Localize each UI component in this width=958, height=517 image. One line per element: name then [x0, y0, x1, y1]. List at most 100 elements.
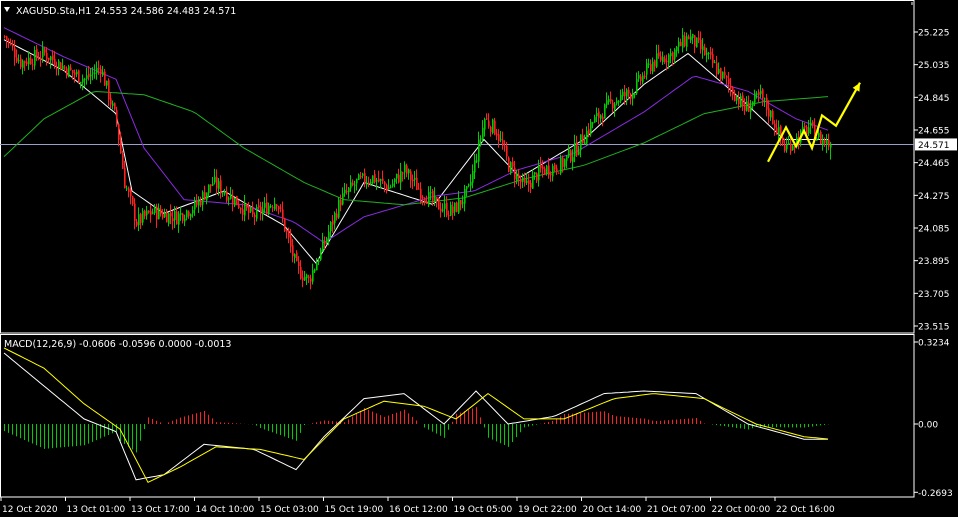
time-axis-label: 16 Oct 12:00 [389, 505, 448, 515]
candle-body [642, 75, 644, 83]
candle [686, 32, 688, 52]
candle [270, 204, 272, 209]
candle [410, 169, 412, 188]
candle [150, 204, 152, 223]
candle-body [280, 207, 282, 209]
candle [376, 177, 378, 190]
candle-body [376, 180, 378, 182]
candle-body [444, 203, 446, 209]
candle [202, 190, 204, 211]
candle-body [492, 119, 494, 134]
candle [244, 194, 246, 222]
candle-body [462, 202, 464, 204]
candle-body [812, 121, 814, 125]
candle [102, 65, 104, 77]
candle-body [136, 221, 138, 226]
candle-body [298, 261, 300, 266]
candle [34, 46, 36, 70]
candle-body [172, 218, 174, 222]
candle [322, 232, 324, 252]
dropdown-triangle-icon[interactable] [4, 7, 10, 12]
candle [264, 197, 266, 213]
candle [472, 164, 474, 189]
candle-body [474, 160, 476, 173]
candle [166, 209, 168, 223]
candle [158, 203, 160, 220]
candle-body [576, 142, 578, 156]
candle-body [204, 192, 206, 200]
candle-body [416, 177, 418, 191]
candle-body [310, 278, 312, 282]
candle [30, 54, 32, 65]
candle-body [402, 172, 404, 174]
candle [526, 173, 528, 186]
symbol-header: XAGUSD.Sta,H1 24.553 24.586 24.483 24.57… [16, 6, 236, 17]
candle [632, 88, 634, 106]
candle-body [312, 270, 314, 282]
time-axis-label: 14 Oct 10:00 [196, 505, 255, 515]
candle-body [160, 209, 162, 214]
candle [288, 227, 290, 244]
candle-body [694, 35, 696, 47]
candle-body [590, 121, 592, 135]
candle [748, 95, 750, 113]
candle [184, 214, 186, 227]
candle-body [296, 252, 298, 262]
scroll-marker[interactable] [911, 2, 915, 5]
candle-body [40, 58, 42, 60]
candle [12, 39, 14, 51]
candle-body [212, 183, 214, 186]
candle [98, 60, 100, 75]
candle [260, 201, 262, 221]
candle-body [592, 122, 594, 124]
candle [214, 168, 216, 185]
candle-body [122, 153, 124, 169]
price-axis-label: 24.085 [918, 225, 950, 235]
candle-body [522, 177, 524, 182]
candle [168, 212, 170, 227]
candle [312, 263, 314, 285]
candle-body [244, 202, 246, 216]
candle-body [716, 63, 718, 75]
candle-body [174, 211, 176, 221]
candle-body [166, 212, 168, 223]
candle-body [228, 198, 230, 200]
candle-body [648, 63, 650, 65]
candle-body [404, 164, 406, 173]
candle-body [90, 74, 92, 77]
candle [404, 161, 406, 180]
candle-body [506, 145, 508, 157]
candle-body [770, 110, 772, 118]
candle [302, 270, 304, 288]
candle [504, 140, 506, 152]
candle-body [384, 181, 386, 185]
candle [242, 203, 244, 221]
candle [454, 202, 456, 216]
candle [790, 137, 792, 155]
candle-body [368, 182, 370, 184]
candle-body [386, 185, 388, 191]
trading-chart[interactable]: 25.225 25.035 24.845 24.655 24.465 24.275 24.0… [0, 0, 958, 517]
candle-body [710, 51, 712, 55]
candle-body [396, 173, 398, 179]
candle-body [774, 123, 776, 128]
candle [344, 182, 346, 197]
candle [392, 179, 394, 188]
candle [350, 175, 352, 192]
candle-body [116, 110, 118, 123]
candle [592, 121, 594, 129]
candle [684, 31, 686, 48]
candle [262, 201, 264, 221]
candle [510, 161, 512, 175]
candle [390, 184, 392, 189]
candle-body [518, 174, 520, 179]
candle [394, 178, 396, 188]
candle-body [258, 205, 260, 208]
candle-body [50, 56, 52, 61]
candle [226, 186, 228, 203]
candle [458, 190, 460, 215]
candle-body [612, 102, 614, 109]
candle-body [528, 180, 530, 184]
candle-body [20, 58, 22, 68]
candle [64, 64, 66, 73]
